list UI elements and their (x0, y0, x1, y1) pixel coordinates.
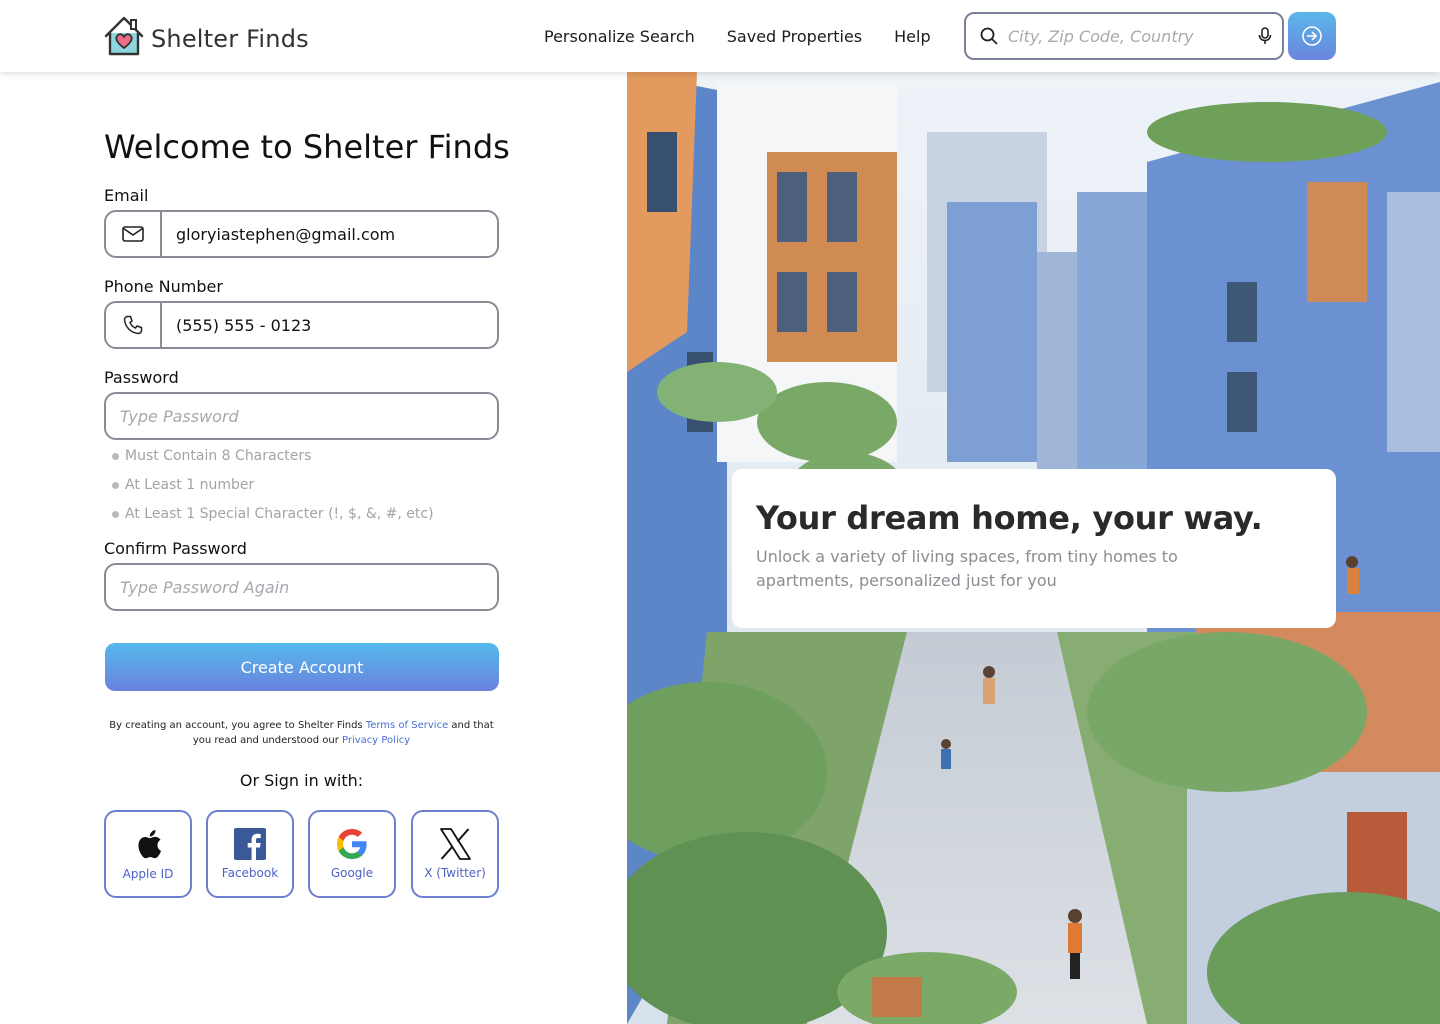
nav-saved-properties[interactable]: Saved Properties (727, 27, 862, 46)
terms-prefix: By creating an account, you agree to She… (109, 720, 366, 731)
email-input[interactable] (162, 212, 497, 256)
phone-label: Phone Number (104, 277, 223, 296)
password-rule-text: Must Contain 8 Characters (125, 448, 312, 464)
house-heart-icon (104, 16, 144, 56)
nav-personalize-search[interactable]: Personalize Search (544, 27, 695, 46)
search-bar (964, 12, 1284, 60)
google-icon (337, 829, 367, 859)
google-signin-button[interactable]: Google (308, 810, 396, 898)
password-rule-number: At Least 1 number (112, 477, 254, 493)
social-label: Facebook (221, 866, 279, 880)
or-sign-in-heading: Or Sign in with: (239, 771, 364, 790)
password-rule-special: At Least 1 Special Character (!, $, &, #… (112, 506, 434, 522)
hero-card: Your dream home, your way. Unlock a vari… (732, 469, 1336, 628)
password-rule-text: At Least 1 Special Character (!, $, &, #… (125, 506, 434, 522)
main-nav: Personalize Search Saved Properties Help (544, 27, 963, 46)
nav-help[interactable]: Help (894, 27, 930, 46)
microphone-icon[interactable] (1258, 27, 1272, 45)
phone-icon-box (106, 303, 162, 347)
apple-signin-button[interactable]: Apple ID (104, 810, 192, 898)
page-title: Welcome to Shelter Finds (104, 128, 510, 166)
x-logo-icon (440, 828, 471, 860)
confirm-password-field-wrapper (104, 563, 499, 611)
bullet-icon (112, 452, 119, 460)
hero-image: Your dream home, your way. Unlock a vari… (627, 72, 1440, 1024)
hero-title: Your dream home, your way. (756, 499, 1263, 537)
bullet-icon (112, 510, 119, 518)
facebook-icon (234, 828, 266, 860)
envelope-icon (122, 226, 144, 242)
apple-icon (138, 830, 162, 859)
bullet-icon (112, 481, 119, 489)
arrow-right-circle-icon (1302, 26, 1322, 46)
social-label: Apple ID (122, 867, 174, 881)
terms-notice: By creating an account, you agree to She… (104, 718, 499, 748)
password-rule-length: Must Contain 8 Characters (112, 448, 311, 464)
email-label: Email (104, 186, 149, 205)
privacy-policy-link[interactable]: Privacy Policy (342, 735, 410, 746)
search-input[interactable] (1008, 26, 1258, 46)
brand-name: Shelter Finds (151, 25, 309, 53)
phone-icon (123, 315, 143, 335)
password-label: Password (104, 368, 179, 387)
email-field-wrapper (104, 210, 499, 258)
search-submit-button[interactable] (1288, 12, 1336, 60)
phone-input[interactable] (162, 303, 497, 347)
password-input[interactable] (106, 394, 497, 438)
hero-subtitle: Unlock a variety of living spaces, from … (756, 547, 1178, 590)
phone-field-wrapper (104, 301, 499, 349)
confirm-password-label: Confirm Password (104, 539, 247, 558)
password-rule-text: At Least 1 number (125, 477, 255, 493)
search-icon (980, 27, 998, 45)
password-field-wrapper (104, 392, 499, 440)
social-label: X (Twitter) (424, 866, 486, 880)
confirm-password-input[interactable] (106, 565, 497, 609)
email-icon-box (106, 212, 162, 256)
x-twitter-signin-button[interactable]: X (Twitter) (411, 810, 499, 898)
social-label: Google (330, 866, 374, 880)
facebook-signin-button[interactable]: Facebook (206, 810, 294, 898)
brand-logo[interactable]: Shelter Finds (102, 14, 309, 58)
create-account-button[interactable]: Create Account (105, 643, 499, 691)
terms-of-service-link[interactable]: Terms of Service (366, 720, 448, 731)
top-header: Shelter Finds Personalize Search Saved P… (0, 0, 1440, 72)
